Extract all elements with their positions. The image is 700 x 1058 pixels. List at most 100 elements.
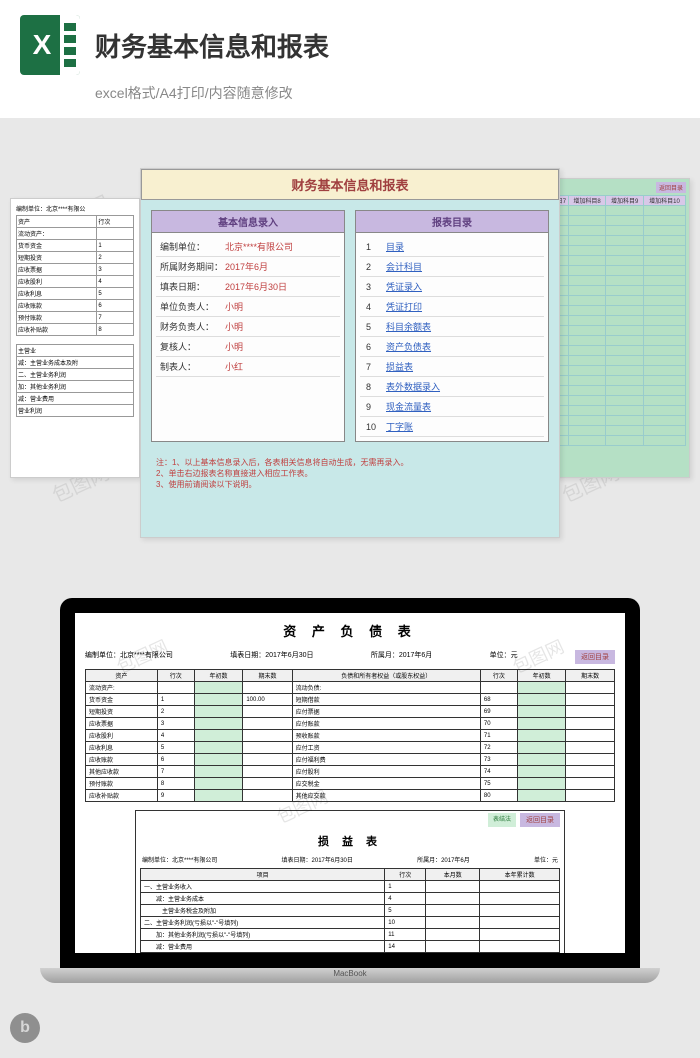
- pl-title: 损 益 表: [136, 829, 564, 853]
- col-header: 行次: [97, 216, 134, 228]
- cell: 应收票据: [17, 264, 97, 276]
- col-header: 项目: [141, 869, 385, 881]
- meta-date: 填表日期：2017年6月30日: [230, 650, 313, 664]
- return-button[interactable]: 返回目录: [520, 813, 560, 827]
- info-label: 所属财务期间：: [160, 260, 225, 273]
- col-header: 行次: [157, 670, 194, 682]
- info-label: 单位负责人：: [160, 300, 225, 313]
- col-header: 增加科目10: [643, 196, 685, 206]
- panel-header: 报表目录: [356, 211, 548, 233]
- table-row: 短期投资2应付票据69: [86, 706, 615, 718]
- col-header: 期末数: [243, 670, 292, 682]
- info-value: 2017年6月: [225, 260, 268, 273]
- table-row: 其他应收款7应付股利74: [86, 766, 615, 778]
- info-value: 2017年6月30日: [225, 280, 287, 293]
- table-row: 一、主营业务收入1: [141, 881, 560, 893]
- info-label: 制表人：: [160, 360, 225, 373]
- toc-num: 7: [366, 362, 386, 372]
- info-label: 复核人：: [160, 340, 225, 353]
- table-row: 管理费用15: [141, 953, 560, 954]
- cell: 应收账款: [17, 300, 97, 312]
- toc-num: 4: [366, 302, 386, 312]
- table-row: 主营业务税金及附加5: [141, 905, 560, 917]
- toc-row[interactable]: 2会计科目: [360, 257, 544, 277]
- screen-content: 包图网 包图网 包图网 资 产 负 债 表 编制单位：北京****有限公司 填表…: [75, 613, 625, 953]
- main-sheet: 财务基本信息和报表 基本信息录入 编制单位：北京****有限公司所属财务期间：2…: [140, 168, 560, 538]
- cell: 主营业: [17, 345, 134, 357]
- table-row: 减：营业费用14: [141, 941, 560, 953]
- page-subtitle: excel格式/A4打印/内容随意修改: [0, 80, 700, 118]
- info-value: 小明: [225, 320, 243, 333]
- table-row: 流动资产:流动负债:: [86, 682, 615, 694]
- col-header: 年初数: [194, 670, 243, 682]
- meta-unit: 编制单位：北京****有限公司: [142, 855, 217, 864]
- toc-row[interactable]: 9现金流量表: [360, 397, 544, 417]
- info-row: 填表日期：2017年6月30日: [156, 277, 340, 297]
- return-button[interactable]: 返回目录: [575, 650, 615, 664]
- toc-num: 8: [366, 382, 386, 392]
- note-line: 注：1、以上基本信息录入后，各表相关信息将自动生成，无需再录入。: [156, 457, 544, 468]
- toc-link[interactable]: 表外数据录入: [386, 380, 440, 393]
- info-value: 小明: [225, 340, 243, 353]
- cell: 应收利息: [17, 288, 97, 300]
- col-header: 资产: [86, 670, 158, 682]
- toc-row[interactable]: 1目录: [360, 237, 544, 257]
- cell: 流动资产：: [17, 228, 97, 240]
- meta-period: 所属月：2017年6月: [417, 855, 470, 864]
- toc-num: 6: [366, 342, 386, 352]
- toc-num: 1: [366, 242, 386, 252]
- table-row: 应收补贴款9其他应交款80: [86, 790, 615, 802]
- label: 编制单位：: [16, 207, 46, 213]
- bg-sheet-right: 返回目录 日7增加科目8增加科目9增加科目10: [550, 178, 690, 478]
- toc-row[interactable]: 3凭证录入: [360, 277, 544, 297]
- info-row: 复核人：小明: [156, 337, 340, 357]
- cell: 短期投资: [17, 252, 97, 264]
- toc-row[interactable]: 4凭证打印: [360, 297, 544, 317]
- cell: 减：主营业务成本及附: [17, 357, 134, 369]
- laptop-area: 包图网 包图网 包图网 资 产 负 债 表 编制单位：北京****有限公司 填表…: [0, 578, 700, 1058]
- col-header: 增加科目8: [568, 196, 606, 206]
- cell: 二、主营业务利润: [17, 369, 134, 381]
- toc-link[interactable]: 科目余额表: [386, 320, 431, 333]
- toc-row[interactable]: 10丁字账: [360, 417, 544, 437]
- col-header: 负债和所有者权益（或股东权益）: [292, 670, 480, 682]
- info-row: 编制单位：北京****有限公司: [156, 237, 340, 257]
- toc-link[interactable]: 丁字账: [386, 420, 413, 433]
- toc-row[interactable]: 8表外数据录入: [360, 377, 544, 397]
- balance-sheet-meta: 编制单位：北京****有限公司 填表日期：2017年6月30日 所属月：2017…: [75, 648, 625, 666]
- toc-link[interactable]: 现金流量表: [386, 400, 431, 413]
- toc-link[interactable]: 资产负债表: [386, 340, 431, 353]
- note-line: 3、使用前请阅读以下说明。: [156, 479, 544, 490]
- info-value: 北京****有限公司: [225, 240, 293, 253]
- info-label: 编制单位：: [160, 240, 225, 253]
- toc-row[interactable]: 5科目余额表: [360, 317, 544, 337]
- note-line: 2、单击右边报表名称直接进入相应工作表。: [156, 468, 544, 479]
- return-button[interactable]: 返回目录: [656, 182, 686, 193]
- toc-num: 9: [366, 402, 386, 412]
- info-row: 制表人：小红: [156, 357, 340, 377]
- toc-num: 5: [366, 322, 386, 332]
- toc-link[interactable]: 凭证录入: [386, 280, 422, 293]
- info-label: 填表日期：: [160, 280, 225, 293]
- toc-link[interactable]: 凭证打印: [386, 300, 422, 313]
- col-header: 年初数: [517, 670, 566, 682]
- cell: 减：营业费用: [17, 393, 134, 405]
- col-header: 本月数: [426, 869, 480, 881]
- toc-link[interactable]: 会计科目: [386, 260, 422, 273]
- toc-link[interactable]: 目录: [386, 240, 404, 253]
- page-header: X 财务基本信息和报表: [0, 0, 700, 80]
- col-header: 行次: [480, 670, 517, 682]
- table-row: 应收利息5应付工资72: [86, 742, 615, 754]
- cell: 货币资金: [17, 240, 97, 252]
- freeze-button[interactable]: 表结法: [488, 813, 516, 827]
- toc-num: 2: [366, 262, 386, 272]
- toc-link[interactable]: 损益表: [386, 360, 413, 373]
- meta-unit: 编制单位：北京****有限公司: [85, 650, 173, 664]
- table-row: 加：其他业务利润(亏损以"-"号填列)11: [141, 929, 560, 941]
- table-row: 减：主营业务成本4: [141, 893, 560, 905]
- bg-sheet-left: 编制单位：北京****有限公 资产行次 流动资产： 货币资金1 短期投资2 应收…: [10, 198, 140, 478]
- toc-row[interactable]: 6资产负债表: [360, 337, 544, 357]
- toc-row[interactable]: 7损益表: [360, 357, 544, 377]
- col-header: 行次: [385, 869, 426, 881]
- table-row: 应收股利4预收账款71: [86, 730, 615, 742]
